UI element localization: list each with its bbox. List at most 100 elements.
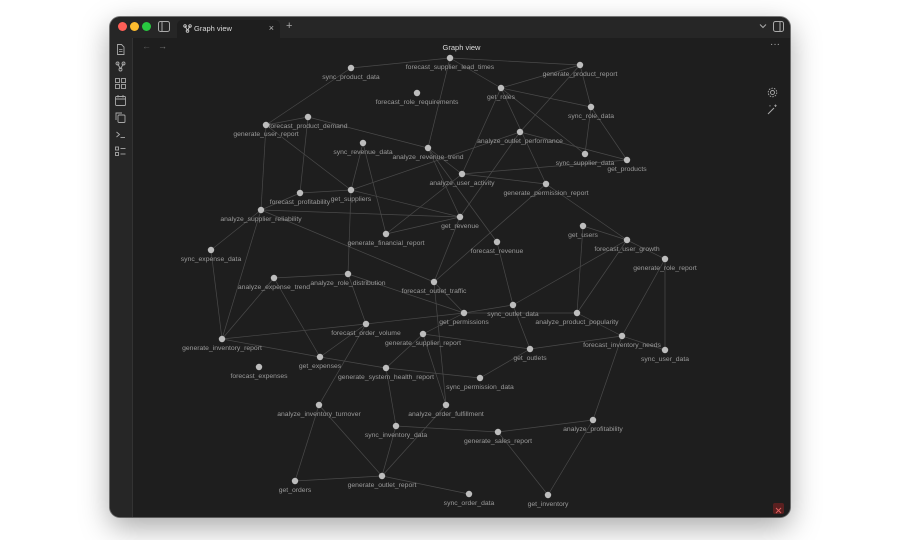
- graph-node[interactable]: analyze_order_fulfillment: [408, 401, 484, 418]
- graph-node-dot[interactable]: [458, 170, 466, 178]
- graph-node[interactable]: analyze_inventory_turnover: [277, 401, 361, 418]
- graph-node[interactable]: analyze_profitability: [563, 416, 623, 433]
- magic-wand-icon[interactable]: [767, 104, 778, 115]
- graph-node[interactable]: get_expenses: [299, 353, 342, 370]
- graph-node[interactable]: generate_system_health_report: [338, 364, 434, 381]
- graph-node[interactable]: analyze_revenue_trend: [392, 144, 464, 161]
- graph-node-dot[interactable]: [347, 64, 355, 72]
- graph-node-dot[interactable]: [623, 156, 631, 164]
- graph-node-dot[interactable]: [424, 144, 432, 152]
- checklist-icon[interactable]: [115, 146, 126, 157]
- canvas-icon[interactable]: [115, 78, 126, 89]
- graph-node[interactable]: sync_product_data: [322, 64, 380, 81]
- graph-node-dot[interactable]: [661, 346, 669, 354]
- graph-node[interactable]: analyze_outlet_performance: [477, 128, 563, 145]
- graph-node[interactable]: get_outlets: [513, 345, 547, 362]
- close-window-button[interactable]: [118, 22, 127, 31]
- new-tab-button[interactable]: +: [286, 20, 292, 32]
- graph-node[interactable]: sync_expense_data: [181, 246, 242, 263]
- graph-node-dot[interactable]: [347, 186, 355, 194]
- graph-node[interactable]: sync_outlet_data: [487, 301, 539, 318]
- graph-node-dot[interactable]: [573, 309, 581, 317]
- graph-node[interactable]: forecast_user_growth: [594, 236, 660, 253]
- graph-node-dot[interactable]: [476, 374, 484, 382]
- graph-node[interactable]: generate_permission_report: [503, 180, 589, 197]
- graph-node-dot[interactable]: [623, 236, 631, 244]
- graph-node-dot[interactable]: [304, 113, 312, 121]
- graph-node[interactable]: get_suppliers: [331, 186, 372, 203]
- layout-icon[interactable]: [773, 21, 784, 32]
- graph-node-dot[interactable]: [316, 353, 324, 361]
- graph-node-dot[interactable]: [291, 477, 299, 485]
- graph-node-dot[interactable]: [270, 274, 278, 282]
- graph-node[interactable]: generate_sales_report: [464, 428, 532, 445]
- graph-node-dot[interactable]: [579, 222, 587, 230]
- graph-node[interactable]: sync_inventory_data: [365, 422, 428, 439]
- graph-node-dot[interactable]: [494, 428, 502, 436]
- sidebar-toggle-icon[interactable]: [158, 21, 170, 32]
- graph-node-dot[interactable]: [465, 490, 473, 498]
- graph-node-dot[interactable]: [315, 401, 323, 409]
- graph-node-dot[interactable]: [262, 121, 270, 129]
- graph-node-dot[interactable]: [362, 320, 370, 328]
- graph-node-dot[interactable]: [218, 335, 226, 343]
- close-icon[interactable]: [773, 503, 784, 514]
- graph-node[interactable]: forecast_supplier_lead_times: [406, 54, 495, 71]
- graph-node-dot[interactable]: [430, 278, 438, 286]
- graph-node-dot[interactable]: [526, 345, 534, 353]
- graph-node[interactable]: get_users: [568, 222, 599, 239]
- graph-node[interactable]: analyze_expense_trend: [238, 274, 310, 291]
- graph-node-dot[interactable]: [544, 491, 552, 499]
- calendar-icon[interactable]: [115, 95, 126, 106]
- graph-node-dot[interactable]: [581, 150, 589, 158]
- graph-node-dot[interactable]: [419, 330, 427, 338]
- graph-node[interactable]: forecast_product_demand: [269, 113, 348, 130]
- graph-node[interactable]: sync_permission_data: [446, 374, 514, 391]
- minimize-window-button[interactable]: [130, 22, 139, 31]
- graph-icon[interactable]: [115, 61, 126, 72]
- graph-node[interactable]: sync_user_data: [641, 346, 689, 363]
- graph-node-dot[interactable]: [589, 416, 597, 424]
- graph-node[interactable]: forecast_expenses: [230, 363, 288, 380]
- graph-node-dot[interactable]: [542, 180, 550, 188]
- graph-node[interactable]: sync_role_data: [568, 103, 614, 120]
- file-icon[interactable]: [115, 44, 126, 55]
- copy-icon[interactable]: [115, 112, 126, 123]
- graph-node-dot[interactable]: [587, 103, 595, 111]
- graph-node-dot[interactable]: [516, 128, 524, 136]
- graph-node-dot[interactable]: [456, 213, 464, 221]
- graph-node-dot[interactable]: [257, 206, 265, 214]
- graph-node[interactable]: forecast_order_volume: [331, 320, 401, 337]
- graph-node[interactable]: get_inventory: [528, 491, 569, 508]
- graph-node[interactable]: generate_financial_report: [347, 230, 425, 247]
- graph-node[interactable]: analyze_product_popularity: [535, 309, 619, 326]
- graph-node-dot[interactable]: [296, 189, 304, 197]
- gear-icon[interactable]: [767, 87, 778, 98]
- graph-node-dot[interactable]: [442, 401, 450, 409]
- graph-node[interactable]: forecast_profitability: [270, 189, 331, 206]
- tab-graph-view[interactable]: Graph view ×: [177, 20, 280, 38]
- graph-node-dot[interactable]: [382, 230, 390, 238]
- graph-node[interactable]: analyze_supplier_reliability: [220, 206, 302, 223]
- graph-node[interactable]: sync_revenue_data: [333, 139, 393, 156]
- graph-node[interactable]: forecast_role_requirements: [376, 89, 459, 106]
- graph-node-dot[interactable]: [413, 89, 421, 97]
- maximize-window-button[interactable]: [142, 22, 151, 31]
- graph-node-dot[interactable]: [618, 332, 626, 340]
- graph-node-dot[interactable]: [378, 472, 386, 480]
- graph-node-dot[interactable]: [497, 84, 505, 92]
- graph-node-dot[interactable]: [493, 238, 501, 246]
- graph-node-dot[interactable]: [509, 301, 517, 309]
- graph-node[interactable]: generate_product_report: [543, 61, 618, 78]
- graph-node-dot[interactable]: [255, 363, 263, 371]
- graph-node[interactable]: sync_supplier_data: [556, 150, 615, 167]
- graph-node-dot[interactable]: [446, 54, 454, 62]
- graph-node-dot[interactable]: [460, 309, 468, 317]
- graph-node[interactable]: analyze_role_distribution: [310, 270, 386, 287]
- graph-node-dot[interactable]: [207, 246, 215, 254]
- graph-node[interactable]: forecast_revenue: [471, 238, 524, 255]
- graph-node[interactable]: forecast_inventory_needs: [583, 332, 662, 349]
- graph-node[interactable]: sync_order_data: [444, 490, 495, 507]
- graph-node-dot[interactable]: [344, 270, 352, 278]
- graph-canvas[interactable]: sync_product_data forecast_supplier_lead_…: [133, 38, 790, 517]
